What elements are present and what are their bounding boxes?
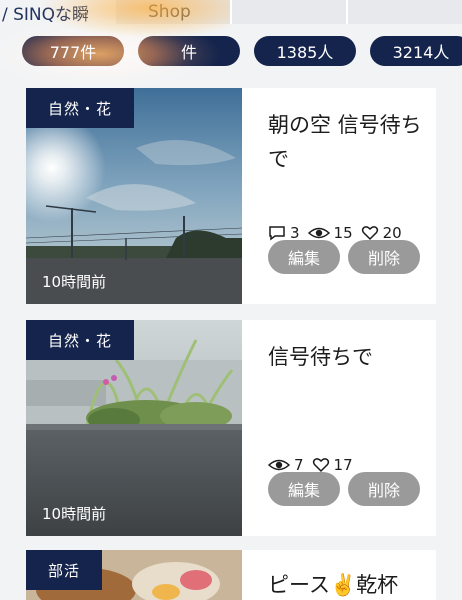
- post-thumbnail-food[interactable]: 部活: [26, 550, 242, 600]
- post-thumbnail-sky[interactable]: 自然・花 10時間前: [26, 88, 242, 304]
- post-title[interactable]: ピース✌️乾杯: [268, 568, 428, 600]
- post-actions: 編集 削除: [268, 240, 428, 274]
- post-card[interactable]: 自然・花 10時間前 信号待ちで 7 17 編集 削除: [26, 320, 436, 536]
- post-card[interactable]: 自然・花 10時間前 朝の空 信号待ちで 3 15 20 編集 削除: [26, 88, 436, 304]
- category-badge: 自然・花: [26, 88, 135, 128]
- following-chip[interactable]: 3214人: [370, 36, 462, 66]
- tab-fourth[interactable]: [346, 0, 462, 24]
- category-badge: 部活: [26, 550, 103, 590]
- eye-icon: [268, 459, 290, 471]
- edit-button[interactable]: 編集: [268, 240, 340, 274]
- delete-button[interactable]: 削除: [348, 240, 420, 274]
- post-actions: 編集 削除: [268, 472, 428, 506]
- tab-third[interactable]: [230, 0, 346, 24]
- tab-shop[interactable]: Shop: [116, 0, 230, 24]
- eye-icon: [307, 227, 330, 239]
- posted-time: 10時間前: [42, 273, 107, 291]
- edit-button[interactable]: 編集: [268, 472, 340, 506]
- posted-time: 10時間前: [42, 505, 107, 523]
- post-info: 信号待ちで 7 17 編集 削除: [242, 320, 436, 536]
- post-card[interactable]: 部活 ピース✌️乾杯: [26, 550, 436, 600]
- stat-chips: 777件 件 1385人 3214人: [0, 36, 462, 66]
- comment-icon: [269, 226, 285, 241]
- post-title[interactable]: 朝の空 信号待ちで: [268, 108, 428, 176]
- top-tab-bar: / SINQな瞬 Shop: [0, 0, 462, 24]
- post-info: 朝の空 信号待ちで 3 15 20 編集 削除: [242, 88, 436, 304]
- followers-chip[interactable]: 1385人: [254, 36, 356, 66]
- tab-sinq[interactable]: / SINQな瞬: [0, 0, 116, 25]
- second-count-chip[interactable]: 件: [138, 36, 240, 66]
- delete-button[interactable]: 削除: [348, 472, 420, 506]
- heart-icon: [312, 458, 329, 473]
- category-badge: 自然・花: [26, 320, 135, 360]
- heart-icon: [361, 226, 378, 241]
- post-title[interactable]: 信号待ちで: [268, 340, 428, 374]
- post-info: ピース✌️乾杯: [242, 550, 436, 600]
- post-thumbnail-grass[interactable]: 自然・花 10時間前: [26, 320, 242, 536]
- posts-count-chip[interactable]: 777件: [22, 36, 124, 66]
